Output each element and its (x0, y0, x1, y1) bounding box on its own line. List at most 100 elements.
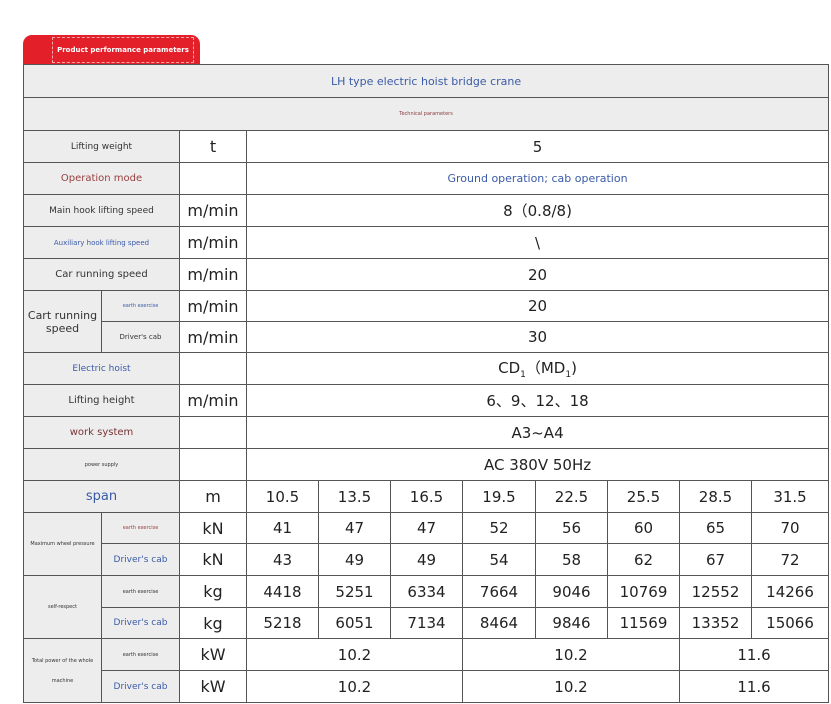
value-cell: 30 (245, 321, 830, 353)
table-row: Car running speed m/min 20 (23, 258, 830, 291)
value-cell: 20 (245, 290, 830, 322)
section-tab-label: Product performance parameters (52, 36, 194, 63)
span-cell: 10.5 (246, 480, 319, 513)
unit-cell: m (179, 480, 247, 513)
value-cell: 11.6 (678, 670, 830, 703)
unit-cell: kN (179, 543, 247, 576)
value-cell: AC 380V 50Hz (245, 448, 830, 481)
value-cell: 67 (679, 543, 752, 576)
value-cell: 52 (462, 512, 536, 544)
table-row: Driver's cab m/min 30 (24, 321, 830, 353)
table-row: self-respect earth exercise kg 4418 5251… (23, 575, 830, 639)
span-cell: 19.5 (462, 480, 536, 513)
value-cell: 56 (535, 512, 608, 544)
table-subtitle: Technical parameters (22, 97, 830, 131)
row-label-lifting-height: Lifting height (23, 384, 180, 417)
table-row: Electric hoist CD1（MD1) (23, 352, 830, 385)
row-label-cart-speed: Cart running speed (23, 290, 102, 353)
table-row: Lifting weight t 5 (23, 130, 830, 163)
span-cell: 16.5 (390, 480, 463, 513)
span-cell: 31.5 (750, 480, 830, 513)
value-cell: 4418 (246, 575, 319, 608)
sub-label-cab: Driver's cab (101, 543, 180, 576)
unit-cell: kW (179, 670, 247, 703)
unit-cell: kg (179, 607, 247, 639)
table-row: Driver's cab kN 43 49 49 54 58 62 67 72 (24, 543, 830, 576)
unit-cell (179, 448, 247, 481)
sub-label-earth: earth exercise (101, 638, 180, 671)
row-label-power-supply: power supply (23, 448, 180, 481)
value-cell: 10.2 (462, 670, 680, 703)
value-cell: \ (245, 226, 830, 259)
span-cell: 22.5 (535, 480, 608, 513)
table-row: Operation mode Ground operation; cab ope… (23, 162, 830, 195)
sub-label-cab: Driver's cab (101, 321, 180, 353)
value-cell: 5 (245, 130, 830, 163)
value-cell: 49 (390, 543, 463, 576)
value-cell: 13352 (679, 607, 752, 639)
row-label-operation-mode: Operation mode (23, 162, 180, 195)
table-row: Total power of the whole machine earth e… (23, 638, 830, 703)
unit-cell: kW (179, 638, 247, 671)
spec-table: LH type electric hoist bridge crane Tech… (22, 64, 830, 703)
row-label-span: span (23, 480, 180, 513)
value-cell: 8464 (462, 607, 536, 639)
row-label-electric-hoist: Electric hoist (23, 352, 180, 385)
unit-cell: m/min (179, 194, 247, 227)
unit-cell (179, 162, 247, 195)
value-cell: 9046 (535, 575, 608, 608)
value-cell: 14266 (750, 575, 830, 608)
value-cell: 11569 (607, 607, 680, 639)
sub-label-cab: Driver's cab (101, 607, 180, 639)
value-cell: 20 (245, 258, 830, 291)
value-cell: 43 (246, 543, 319, 576)
value-cell: 10.2 (246, 670, 463, 703)
row-label-main-hook-speed: Main hook lifting speed (23, 194, 180, 227)
value-cell: 65 (679, 512, 752, 544)
span-cell: 13.5 (318, 480, 391, 513)
section-tab: Product performance parameters (23, 35, 200, 64)
unit-cell: m/min (179, 258, 247, 291)
span-cell: 28.5 (679, 480, 752, 513)
table-row: Maximum wheel pressure earth exercise kN… (23, 512, 830, 576)
table-row: Cart running speed earth exercise m/min … (23, 290, 830, 353)
value-cell: 12552 (679, 575, 752, 608)
value-cell: 7664 (462, 575, 536, 608)
sub-label-earth: earth exercise (101, 575, 180, 608)
table-row: Driver's cab kW 10.2 10.2 11.6 (24, 670, 830, 703)
unit-cell: m/min (179, 226, 247, 259)
value-cell: 6051 (318, 607, 391, 639)
value-cell: A3~A4 (245, 416, 830, 449)
value-cell: 10769 (607, 575, 680, 608)
value-cell: CD1（MD1) (245, 352, 830, 385)
unit-cell: kN (179, 512, 247, 544)
row-label-wheel-pressure: Maximum wheel pressure (23, 512, 102, 576)
sub-label-earth: earth exercise (101, 512, 180, 544)
value-cell: 47 (318, 512, 391, 544)
row-label-lifting-weight: Lifting weight (23, 130, 180, 163)
unit-cell: m/min (179, 384, 247, 417)
title-row: LH type electric hoist bridge crane (22, 64, 830, 98)
unit-cell (179, 352, 247, 385)
span-cell: 25.5 (607, 480, 680, 513)
subtitle-row: Technical parameters (22, 97, 830, 131)
unit-cell: m/min (179, 321, 247, 353)
value-cell: 5218 (246, 607, 319, 639)
value-cell: 70 (750, 512, 830, 544)
table-row: Lifting height m/min 6、9、12、18 (23, 384, 830, 417)
table-row: work system A3~A4 (23, 416, 830, 449)
value-cell: 58 (535, 543, 608, 576)
table-row: span m 10.5 13.5 16.5 19.5 22.5 25.5 28.… (23, 480, 830, 513)
unit-cell (179, 416, 247, 449)
value-cell: 10.2 (462, 638, 680, 671)
value-cell: 49 (318, 543, 391, 576)
value-cell: 8（0.8/8) (245, 194, 830, 227)
row-label-car-speed: Car running speed (23, 258, 180, 291)
sub-label-cab: Driver's cab (101, 670, 180, 703)
table-row: Driver's cab kg 5218 6051 7134 8464 9846… (24, 607, 830, 639)
table-row: Main hook lifting speed m/min 8（0.8/8) (23, 194, 830, 227)
value-cell: 11.6 (678, 638, 830, 671)
value-cell: 47 (390, 512, 463, 544)
value-cell: 60 (607, 512, 680, 544)
value-cell: Ground operation; cab operation (245, 162, 830, 195)
